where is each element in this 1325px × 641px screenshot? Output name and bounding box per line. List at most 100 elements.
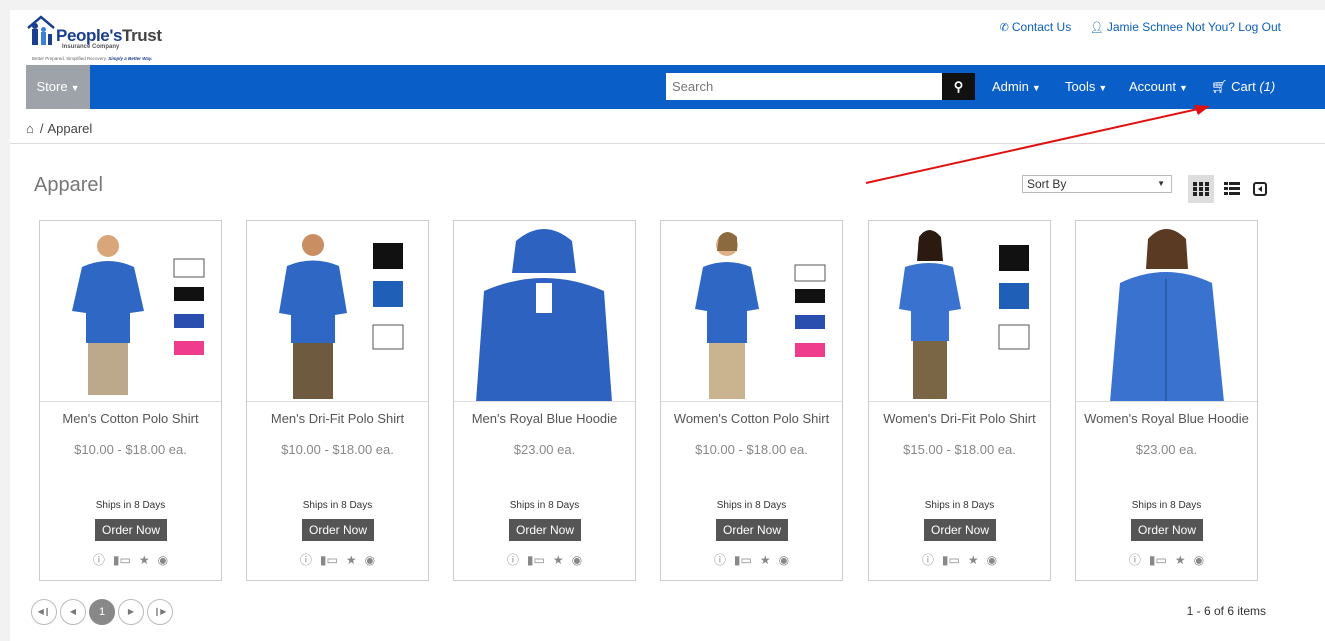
product-image-womens-hoodie bbox=[1110, 229, 1224, 401]
product-name[interactable]: Men's Royal Blue Hoodie bbox=[454, 411, 635, 426]
product-image-mens-polo bbox=[72, 235, 205, 395]
info-icon[interactable]: ⓘ bbox=[300, 553, 312, 567]
ships-info: Ships in 8 Days bbox=[1131, 500, 1202, 511]
user-icon: 👤︎ bbox=[1089, 22, 1104, 34]
home-icon[interactable]: ⌂ bbox=[26, 121, 34, 136]
product-image[interactable] bbox=[1076, 221, 1257, 402]
ships-info: Ships in 8 Days bbox=[302, 500, 373, 511]
admin-menu[interactable]: Admin ▼ bbox=[992, 65, 1041, 109]
product-image[interactable] bbox=[40, 221, 221, 402]
account-menu[interactable]: Account ▼ bbox=[1129, 65, 1188, 109]
star-icon[interactable]: ★ bbox=[760, 553, 771, 567]
main-navbar: Store▼ ⚲ Admin▼ Tools▼ Account▼ 🛒︎ Cart … bbox=[26, 65, 1325, 109]
last-page-icon: ❙▶ bbox=[153, 607, 167, 616]
eye-icon[interactable]: ◉ bbox=[1194, 553, 1204, 567]
next-page-button[interactable]: ▶ bbox=[118, 599, 144, 625]
search-input[interactable] bbox=[666, 73, 942, 100]
chart-icon[interactable]: ▮▭ bbox=[1149, 553, 1167, 567]
caret-square-left-icon bbox=[1253, 181, 1267, 196]
product-name[interactable]: Women's Dri-Fit Polo Shirt bbox=[869, 411, 1050, 426]
star-icon[interactable]: ★ bbox=[139, 553, 150, 567]
chart-icon[interactable]: ▮▭ bbox=[527, 553, 545, 567]
star-icon[interactable]: ★ bbox=[553, 553, 564, 567]
collapse-panel-button[interactable] bbox=[1247, 175, 1273, 203]
breadcrumb: ⌂ / Apparel bbox=[26, 121, 93, 136]
cart-link[interactable]: 🛒︎ Cart (1) bbox=[1211, 65, 1275, 109]
product-image-womens-drifit bbox=[899, 230, 1030, 399]
logo[interactable]: People'sTrust Insurance Company Better P… bbox=[26, 14, 176, 62]
product-name[interactable]: Women's Cotton Polo Shirt bbox=[661, 411, 842, 426]
eye-icon[interactable]: ◉ bbox=[779, 553, 789, 567]
product-image-mens-hoodie bbox=[476, 229, 612, 401]
star-icon[interactable]: ★ bbox=[968, 553, 979, 567]
select-arrow-icon: ▼ bbox=[1157, 179, 1165, 188]
product-image[interactable] bbox=[454, 221, 635, 402]
product-image[interactable] bbox=[869, 221, 1050, 402]
caret-down-icon: ▼ bbox=[1178, 83, 1188, 93]
ships-info: Ships in 8 Days bbox=[509, 500, 580, 511]
first-page-button[interactable]: ◀❙ bbox=[31, 599, 57, 625]
sort-by-select[interactable]: Sort By ▼ bbox=[1022, 175, 1172, 193]
order-now-button[interactable]: Order Now bbox=[716, 519, 788, 541]
prev-page-button[interactable]: ◀ bbox=[60, 599, 86, 625]
product-image[interactable] bbox=[247, 221, 428, 402]
tools-menu[interactable]: Tools ▼ bbox=[1065, 65, 1107, 109]
chart-icon[interactable]: ▮▭ bbox=[942, 553, 960, 567]
eye-icon[interactable]: ◉ bbox=[158, 553, 168, 567]
grid-view-button[interactable] bbox=[1188, 175, 1214, 203]
house-logo-icon bbox=[27, 15, 55, 45]
product-card: Women's Cotton Polo Shirt $10.00 - $18.0… bbox=[660, 220, 843, 581]
order-now-button[interactable]: Order Now bbox=[509, 519, 581, 541]
search-icon: ⚲ bbox=[953, 79, 964, 94]
eye-icon[interactable]: ◉ bbox=[987, 553, 997, 567]
order-now-button[interactable]: Order Now bbox=[302, 519, 374, 541]
list-icon bbox=[1224, 181, 1240, 195]
page: People'sTrust Insurance Company Better P… bbox=[10, 10, 1325, 641]
order-now-button[interactable]: Order Now bbox=[924, 519, 996, 541]
phone-icon: ✆ bbox=[999, 22, 1009, 34]
user-logout-link[interactable]: Jamie Schnee Not You? Log Out bbox=[1107, 20, 1281, 34]
order-now-button[interactable]: Order Now bbox=[1131, 519, 1203, 541]
ships-info: Ships in 8 Days bbox=[95, 500, 166, 511]
search-button[interactable]: ⚲ bbox=[942, 73, 975, 100]
store-menu-button[interactable]: Store ▼ bbox=[26, 65, 90, 109]
product-price: $23.00 ea. bbox=[513, 442, 576, 457]
product-image[interactable] bbox=[661, 221, 842, 402]
star-icon[interactable]: ★ bbox=[346, 553, 357, 567]
item-count: 1 - 6 of 6 items bbox=[1186, 604, 1266, 618]
contact-us-link[interactable]: Contact Us bbox=[1012, 20, 1071, 34]
product-actions: ⓘ ▮▭ ★ ◉ bbox=[661, 551, 842, 568]
info-icon[interactable]: ⓘ bbox=[714, 553, 726, 567]
eye-icon[interactable]: ◉ bbox=[572, 553, 582, 567]
star-icon[interactable]: ★ bbox=[1175, 553, 1186, 567]
info-icon[interactable]: ⓘ bbox=[93, 553, 105, 567]
page-number-button[interactable]: 1 bbox=[89, 599, 115, 625]
eye-icon[interactable]: ◉ bbox=[365, 553, 375, 567]
top-bar: People'sTrust Insurance Company Better P… bbox=[10, 10, 1325, 65]
chart-icon[interactable]: ▮▭ bbox=[734, 553, 752, 567]
product-name[interactable]: Men's Dri-Fit Polo Shirt bbox=[247, 411, 428, 426]
next-page-icon: ▶ bbox=[127, 607, 135, 616]
product-actions: ⓘ ▮▭ ★ ◉ bbox=[247, 551, 428, 568]
product-card: Men's Royal Blue Hoodie $23.00 ea. Ships… bbox=[453, 220, 636, 581]
info-icon[interactable]: ⓘ bbox=[507, 553, 519, 567]
product-name[interactable]: Women's Royal Blue Hoodie bbox=[1076, 411, 1257, 426]
last-page-button[interactable]: ❙▶ bbox=[147, 599, 173, 625]
list-view-button[interactable] bbox=[1219, 175, 1245, 203]
chart-icon[interactable]: ▮▭ bbox=[113, 553, 131, 567]
caret-down-icon: ▼ bbox=[1031, 83, 1041, 93]
logo-tagline: Better Prepared. Simplified Recovery. Si… bbox=[32, 56, 153, 61]
info-icon[interactable]: ⓘ bbox=[1129, 553, 1141, 567]
order-now-button[interactable]: Order Now bbox=[95, 519, 167, 541]
chart-icon[interactable]: ▮▭ bbox=[320, 553, 338, 567]
product-price: $10.00 - $18.00 ea. bbox=[695, 442, 808, 457]
ships-info: Ships in 8 Days bbox=[924, 500, 995, 511]
info-icon[interactable]: ⓘ bbox=[922, 553, 934, 567]
logo-wordmark: People'sTrust bbox=[56, 26, 162, 45]
product-name[interactable]: Men's Cotton Polo Shirt bbox=[40, 411, 221, 426]
divider bbox=[10, 143, 1325, 144]
prev-page-icon: ◀ bbox=[69, 607, 77, 616]
page-title: Apparel bbox=[34, 174, 103, 196]
product-card: Women's Royal Blue Hoodie $23.00 ea. Shi… bbox=[1075, 220, 1258, 581]
product-price: $15.00 - $18.00 ea. bbox=[903, 442, 1016, 457]
